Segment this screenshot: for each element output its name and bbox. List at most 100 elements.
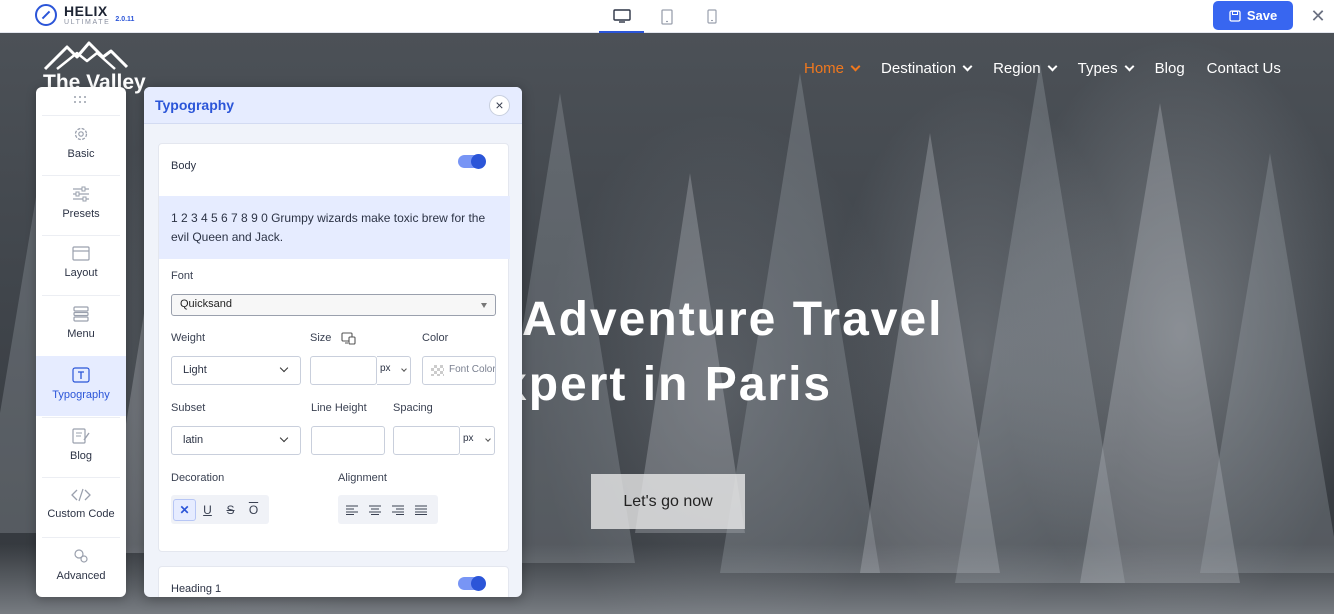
typography-panel: Typography × Body 1 2 3 4 5 6 7 8 9 0 Gr…	[144, 87, 522, 597]
body-font-card: Body 1 2 3 4 5 6 7 8 9 0 Grumpy wizards …	[158, 143, 510, 552]
align-justify-button[interactable]	[409, 499, 432, 521]
sidebar-item-label: Typography	[52, 389, 110, 401]
subset-label: Subset	[171, 402, 206, 414]
alignment-label: Alignment	[338, 472, 387, 484]
size-label: Size	[310, 332, 332, 344]
mountain-logo-icon	[43, 41, 129, 71]
nav-item-blog[interactable]: Blog	[1155, 60, 1185, 77]
builder-topbar: HELIX ULTIMATE 2.0.11 Save ✕	[0, 0, 1334, 33]
tablet-icon	[660, 8, 673, 25]
sidebar-item-layout[interactable]: Layout	[42, 235, 120, 295]
mobile-view-button[interactable]	[689, 0, 734, 33]
close-builder-button[interactable]: ✕	[1308, 6, 1328, 26]
device-switcher	[599, 0, 734, 33]
chevron-down-icon	[850, 61, 861, 72]
align-left-button[interactable]	[340, 499, 363, 521]
triangle-down-icon	[481, 303, 487, 308]
decoration-overline-button[interactable]: O	[242, 499, 265, 521]
decoration-none-button[interactable]: ✕	[173, 498, 196, 521]
align-justify-icon	[414, 504, 427, 515]
sidebar-item-basic[interactable]: Basic	[42, 115, 120, 175]
sidebar-item-typography[interactable]: Typography	[36, 356, 126, 416]
line-height-label: Line Height	[311, 402, 367, 414]
save-button[interactable]: Save	[1213, 1, 1293, 30]
nav-item-contact[interactable]: Contact Us	[1207, 60, 1281, 77]
brand-sub: ULTIMATE	[64, 19, 111, 26]
nav-item-destination[interactable]: Destination	[881, 60, 973, 77]
letter-spacing-unit-select[interactable]: px	[460, 426, 495, 455]
sidebar-item-label: Custom Code	[47, 508, 115, 520]
sidebar-item-blog[interactable]: Blog	[42, 417, 120, 477]
code-icon	[71, 488, 91, 502]
weight-label: Weight	[171, 332, 206, 344]
gear-icon	[74, 127, 88, 141]
tablet-view-button[interactable]	[644, 0, 689, 33]
sidebar-item-advanced[interactable]: Advanced	[42, 537, 120, 597]
hero-cta-button[interactable]: Let's go now	[591, 474, 745, 529]
font-family-select[interactable]: Quicksand	[171, 294, 496, 316]
brand: HELIX ULTIMATE 2.0.11	[35, 4, 134, 26]
desktop-icon	[612, 8, 631, 23]
settings-sidebar: Basic Presets Layout Menu Typography Blo…	[36, 87, 126, 597]
spacing-label: Spacing	[393, 402, 433, 414]
save-icon	[1229, 9, 1241, 22]
decoration-underline-button[interactable]: U	[196, 499, 219, 521]
font-preview: 1 2 3 4 5 6 7 8 9 0 Grumpy wizards make …	[159, 196, 510, 259]
layout-icon	[72, 246, 90, 261]
font-weight-select[interactable]: Light	[171, 356, 301, 385]
heading1-section-label: Heading 1	[171, 583, 222, 595]
sidebar-item-label: Advanced	[56, 570, 106, 582]
drag-handle-icon[interactable]	[74, 96, 88, 104]
body-font-toggle[interactable]	[458, 154, 486, 169]
nav-item-home[interactable]: Home	[804, 60, 861, 77]
panel-header: Typography ×	[144, 87, 522, 124]
pine-tree	[1200, 153, 1334, 573]
sidebar-item-label: Presets	[62, 208, 100, 220]
hero-title-line1: Adventure Travel	[522, 293, 944, 346]
chevron-down-icon	[485, 436, 491, 442]
font-subset-select[interactable]: latin	[171, 426, 301, 455]
font-color-picker[interactable]: Font Color	[422, 356, 496, 385]
brand-version: 2.0.11	[115, 15, 135, 23]
brand-name: HELIX	[64, 3, 108, 19]
body-section-label: Body	[171, 160, 197, 172]
typography-icon	[72, 367, 90, 383]
chevron-down-icon	[279, 363, 289, 373]
chevron-down-icon	[401, 366, 407, 372]
heading1-font-toggle[interactable]	[458, 576, 486, 591]
align-center-icon	[368, 504, 381, 515]
align-right-button[interactable]	[386, 499, 409, 521]
chevron-down-icon	[962, 61, 973, 72]
hero-title-line2: xpert in Paris	[500, 358, 833, 411]
line-height-input[interactable]	[311, 426, 385, 455]
sidebar-item-custom-code[interactable]: Custom Code	[42, 477, 120, 537]
site-logo[interactable]: The Valley	[43, 41, 146, 94]
decoration-group: ✕ U S O	[171, 495, 269, 524]
chevron-down-icon	[1124, 61, 1135, 72]
font-label: Font	[171, 270, 194, 282]
nav-item-types[interactable]: Types	[1078, 60, 1135, 77]
heading1-font-card: Heading 1	[158, 566, 509, 597]
decoration-strikethrough-button[interactable]: S	[219, 499, 242, 521]
font-size-input[interactable]	[310, 356, 377, 385]
mobile-icon	[706, 9, 717, 24]
helix-logo-icon	[35, 4, 57, 26]
sidebar-item-menu[interactable]: Menu	[42, 295, 120, 355]
align-center-button[interactable]	[363, 499, 386, 521]
sidebar-item-label: Basic	[67, 148, 95, 160]
letter-spacing-input[interactable]	[393, 426, 460, 455]
nav-item-region[interactable]: Region	[993, 60, 1058, 77]
advanced-icon	[74, 549, 88, 563]
menu-icon	[73, 306, 89, 322]
sidebar-item-presets[interactable]: Presets	[42, 175, 120, 235]
panel-close-button[interactable]: ×	[489, 95, 510, 116]
desktop-view-button[interactable]	[599, 0, 644, 33]
color-label: Color	[422, 332, 449, 344]
sidebar-item-label: Blog	[69, 450, 93, 462]
site-nav: Home Destination Region Types Blog Conta…	[804, 60, 1281, 77]
responsive-device-icon[interactable]	[341, 332, 356, 345]
font-size-unit-select[interactable]: px	[377, 356, 411, 385]
sidebar-item-label: Menu	[67, 328, 95, 340]
decoration-label: Decoration	[171, 472, 225, 484]
align-right-icon	[391, 504, 404, 515]
